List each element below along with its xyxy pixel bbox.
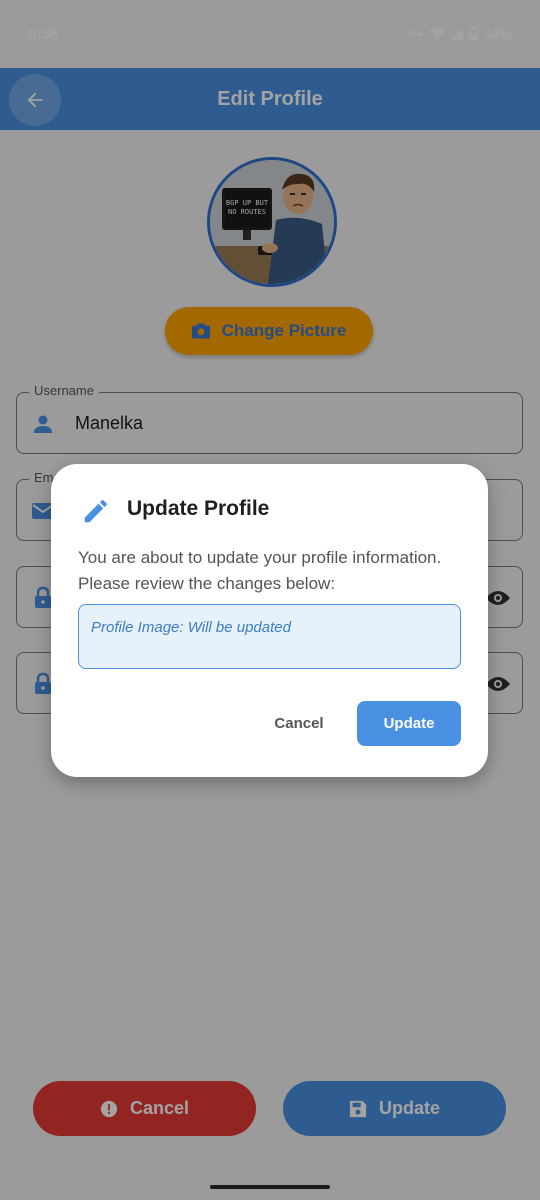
- dialog-message: You are about to update your profile inf…: [78, 548, 442, 593]
- dialog-update-button[interactable]: Update: [357, 701, 461, 746]
- update-profile-dialog: Update Profile You are about to update y…: [51, 464, 488, 777]
- dialog-title: Update Profile: [127, 497, 270, 520]
- dialog-cancel-button[interactable]: Cancel: [267, 701, 331, 745]
- edit-pencil-icon: [84, 499, 108, 523]
- edit-profile-screen: 8:58 44% Edit Profile BGP UP BUT NO ROUT…: [0, 0, 540, 1200]
- change-summary-box: Profile Image: Will be updated: [78, 604, 461, 669]
